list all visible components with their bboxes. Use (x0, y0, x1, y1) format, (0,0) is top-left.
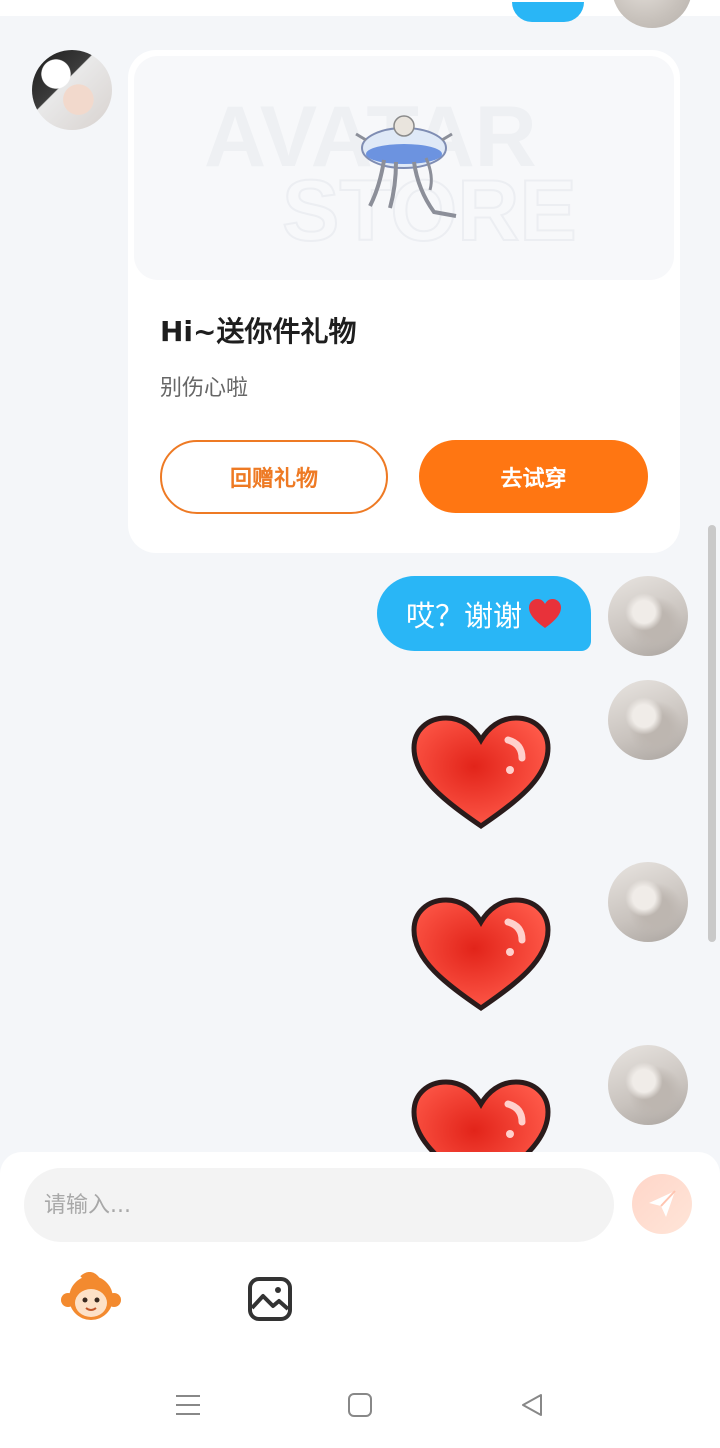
red-heart-sticker[interactable] (410, 714, 552, 830)
home-button[interactable] (343, 1388, 377, 1422)
image-button[interactable] (247, 1276, 293, 1322)
system-nav-bar (0, 1360, 720, 1448)
try-on-button[interactable]: 去试穿 (419, 440, 648, 513)
emoji-button[interactable] (60, 1272, 122, 1322)
monkey-emoji-icon (61, 1272, 121, 1320)
send-icon (649, 1190, 676, 1217)
previous-message-bubble[interactable] (512, 2, 584, 22)
my-avatar[interactable] (608, 862, 688, 942)
sender-avatar[interactable] (32, 50, 112, 130)
gift-card[interactable]: AVATAR STORE Hi~送你件礼物 别伤心啦 回赠礼物 去试穿 (128, 50, 680, 553)
scrollbar[interactable] (708, 525, 716, 942)
red-heart-sticker[interactable] (410, 896, 552, 1012)
back-icon (522, 1394, 542, 1416)
message-input[interactable] (24, 1168, 614, 1242)
outgoing-message-bubble[interactable]: 哎？谢谢 (377, 576, 591, 651)
image-icon (248, 1277, 292, 1321)
gift-image-graphic: AVATAR STORE (204, 89, 578, 260)
message-text: 哎？谢谢 (405, 598, 522, 633)
send-button[interactable] (632, 1174, 692, 1234)
my-avatar[interactable] (608, 680, 688, 760)
return-gift-button[interactable]: 回赠礼物 (160, 440, 388, 514)
menu-button[interactable] (171, 1388, 205, 1422)
back-button[interactable] (515, 1388, 549, 1422)
home-icon (348, 1393, 372, 1417)
avatar[interactable] (612, 0, 692, 28)
heart-icon (529, 598, 561, 628)
gift-subtitle: 别伤心啦 (160, 376, 249, 401)
top-strip (0, 0, 720, 16)
chat-screen: AVATAR STORE Hi~送你件礼物 别伤心啦 回赠礼物 去试穿 (0, 0, 720, 1448)
my-avatar[interactable] (608, 576, 688, 656)
my-avatar[interactable] (608, 1045, 688, 1125)
gift-image: AVATAR STORE (134, 56, 674, 280)
watermark-text-store: STORE (282, 163, 577, 259)
menu-icon (176, 1395, 200, 1415)
gift-title: Hi~送你件礼物 (160, 315, 357, 348)
